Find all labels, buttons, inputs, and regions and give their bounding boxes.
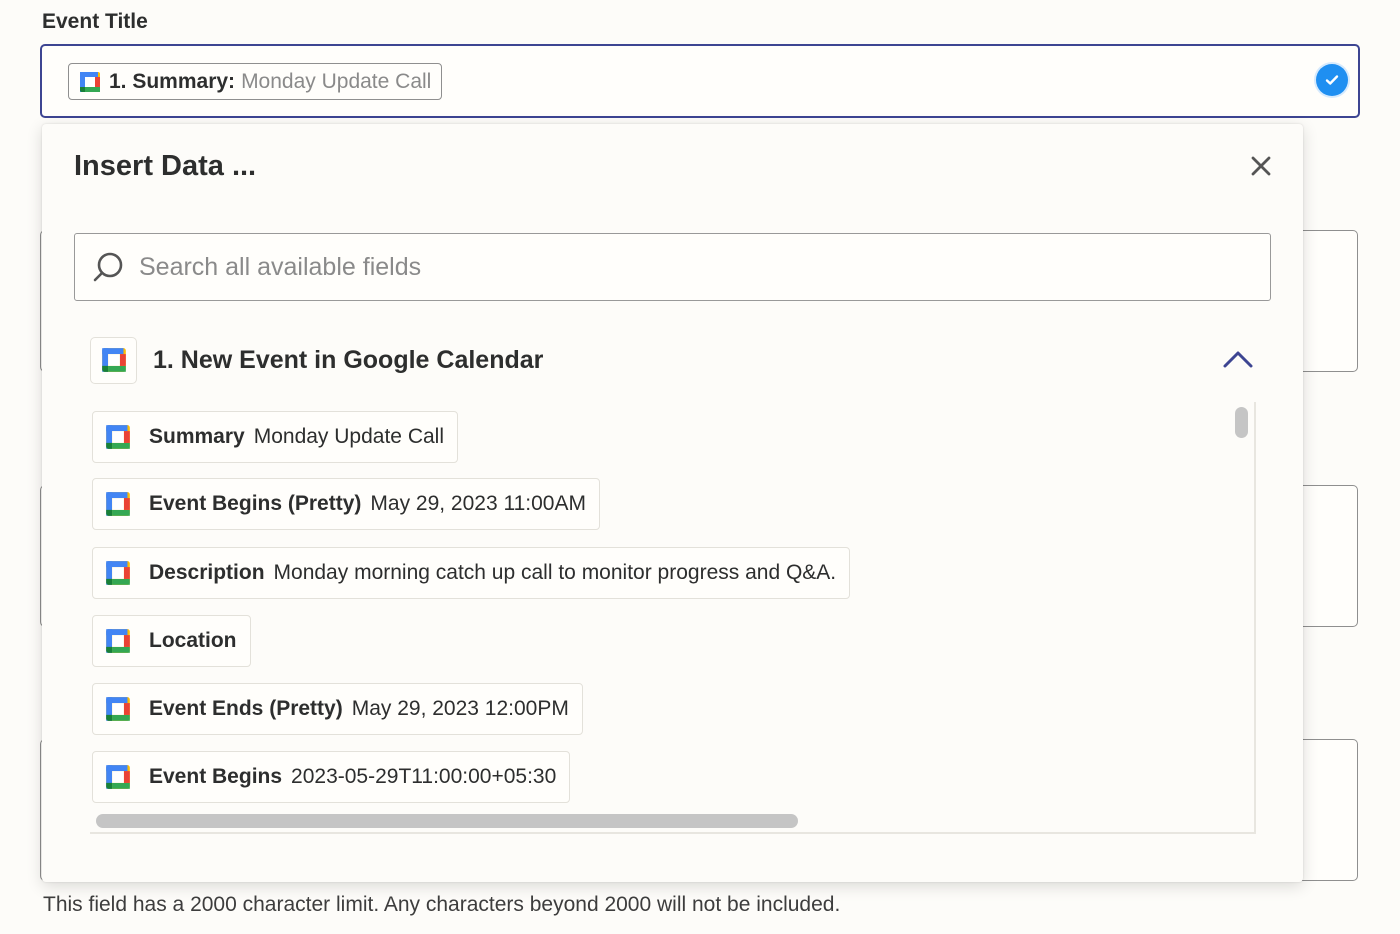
list-item[interactable]: Event Ends (Pretty) May 29, 2023 12:00PM: [92, 683, 583, 735]
google-calendar-icon: [106, 492, 130, 516]
search-icon: [93, 252, 123, 282]
list-item[interactable]: Description Monday morning catch up call…: [92, 547, 851, 599]
google-calendar-icon: [106, 697, 130, 721]
google-calendar-icon: [80, 71, 100, 92]
google-calendar-icon: [106, 425, 130, 449]
close-icon[interactable]: [1249, 154, 1273, 178]
chip-key: 1. Summary:: [109, 69, 236, 93]
google-calendar-icon: [106, 765, 130, 789]
item-key: Description: [149, 561, 265, 584]
list-item[interactable]: Summary Monday Update Call: [92, 411, 458, 463]
google-calendar-icon: [101, 348, 126, 372]
list-item[interactable]: Event Begins (Pretty) May 29, 2023 11:00…: [92, 478, 600, 530]
horizontal-scrollbar-thumb[interactable]: [96, 814, 798, 828]
character-limit-hint: This field has a 2000 character limit. A…: [43, 893, 841, 916]
check-circle-icon: [1316, 64, 1348, 96]
insert-data-panel: Insert Data ... Search all available fie…: [42, 124, 1303, 882]
item-key: Location: [149, 629, 237, 652]
app-tile: [90, 336, 137, 384]
item-key: Event Begins: [149, 765, 283, 788]
item-value: May 29, 2023 12:00PM: [351, 697, 569, 720]
page: Event Title 1. Summary: Monday Update Ca…: [0, 0, 1400, 934]
item-value: Monday Update Call: [253, 425, 444, 448]
vertical-scrollbar[interactable]: [1232, 402, 1250, 807]
chip-value: Monday Update Call: [241, 69, 432, 93]
mapped-field-chip[interactable]: 1. Summary: Monday Update Call: [68, 63, 443, 100]
item-key: Summary: [149, 425, 245, 448]
field-list-content: Summary Monday Update Call Event Begins …: [90, 402, 1230, 807]
vertical-scrollbar-thumb[interactable]: [1235, 407, 1248, 438]
google-calendar-icon: [106, 629, 130, 653]
group-title: 1. New Event in Google Calendar: [153, 345, 544, 374]
item-value: May 29, 2023 11:00AM: [370, 492, 586, 515]
item-value: Monday morning catch up call to monitor …: [273, 561, 837, 584]
search-input[interactable]: [139, 252, 1219, 282]
field-label: Event Title: [42, 10, 148, 33]
list-item[interactable]: Location: [92, 615, 251, 667]
chevron-up-icon[interactable]: [1222, 346, 1254, 372]
panel-title: Insert Data ...: [74, 150, 257, 182]
item-key: Event Ends (Pretty): [149, 697, 343, 720]
event-title-input[interactable]: 1. Summary: Monday Update Call: [40, 44, 1360, 118]
item-key: Event Begins (Pretty): [149, 492, 362, 515]
search-field[interactable]: [74, 233, 1271, 301]
item-value: 2023-05-29T11:00:00+05:30: [291, 765, 557, 788]
list-item[interactable]: Event Begins 2023-05-29T11:00:00+05:30: [92, 751, 571, 803]
group-header[interactable]: 1. New Event in Google Calendar: [90, 336, 1254, 384]
google-calendar-icon: [106, 561, 130, 585]
field-list[interactable]: Summary Monday Update Call Event Begins …: [90, 402, 1256, 834]
